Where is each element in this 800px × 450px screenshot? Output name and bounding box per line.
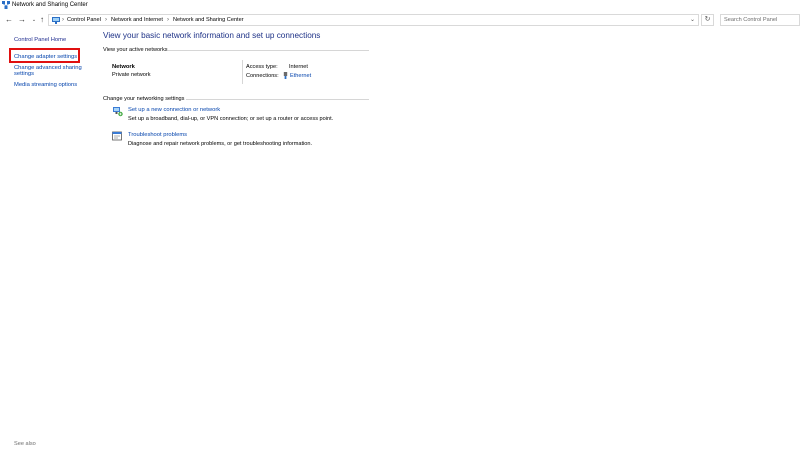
ethernet-icon — [283, 72, 288, 79]
breadcrumb-network-internet[interactable]: Network and Internet — [111, 15, 163, 26]
control-panel-home-link[interactable]: Control Panel Home — [14, 37, 66, 43]
address-dropdown-chevron-icon[interactable]: ⌄ — [690, 15, 695, 26]
see-also-label: See also — [14, 441, 36, 447]
change-advanced-sharing-link-line2[interactable]: settings — [14, 71, 34, 78]
network-divider — [242, 60, 243, 84]
change-adapter-settings-link[interactable]: Change adapter settings — [14, 54, 77, 61]
troubleshoot-description: Diagnose and repair network problems, or… — [128, 141, 313, 147]
up-button[interactable]: ↑ — [37, 14, 47, 26]
ethernet-connection-link[interactable]: Ethernet — [290, 73, 311, 79]
active-networks-title: View your active networks — [103, 47, 168, 53]
page-heading: View your basic network information and … — [103, 31, 321, 40]
access-type-label: Access type: — [246, 64, 278, 70]
back-button[interactable]: ← — [4, 14, 14, 26]
section-divider — [168, 50, 369, 51]
connections-label: Connections: — [246, 73, 279, 79]
networking-settings-title: Change your networking settings — [103, 96, 185, 102]
network-type-link[interactable]: Private network — [112, 72, 151, 78]
window-title: Network and Sharing Center — [12, 2, 88, 8]
breadcrumb-separator-icon: › — [167, 17, 169, 23]
forward-button[interactable]: → — [17, 14, 27, 26]
access-type-value: Internet — [289, 64, 308, 70]
refresh-button[interactable]: ↻ — [701, 14, 714, 26]
address-field[interactable]: › Control Panel › Network and Internet ›… — [48, 14, 699, 26]
control-panel-icon — [52, 17, 60, 24]
section-divider — [186, 99, 369, 100]
setup-connection-description: Set up a broadband, dial-up, or VPN conn… — [128, 116, 334, 122]
setup-connection-link[interactable]: Set up a new connection or network — [128, 107, 220, 113]
troubleshoot-icon — [112, 131, 122, 141]
search-input[interactable] — [720, 14, 800, 26]
media-streaming-options-link[interactable]: Media streaming options — [14, 82, 77, 89]
network-name: Network — [112, 64, 135, 70]
breadcrumb-control-panel[interactable]: Control Panel — [67, 15, 101, 26]
title-bar: Network and Sharing Center — [0, 0, 800, 12]
troubleshoot-problems-link[interactable]: Troubleshoot problems — [128, 132, 187, 138]
new-connection-icon — [113, 107, 123, 117]
breadcrumb-network-sharing-center[interactable]: Network and Sharing Center — [173, 15, 244, 26]
network-center-icon — [2, 1, 10, 9]
breadcrumb-separator-icon: › — [105, 17, 107, 23]
breadcrumb-separator-icon: › — [62, 17, 64, 23]
